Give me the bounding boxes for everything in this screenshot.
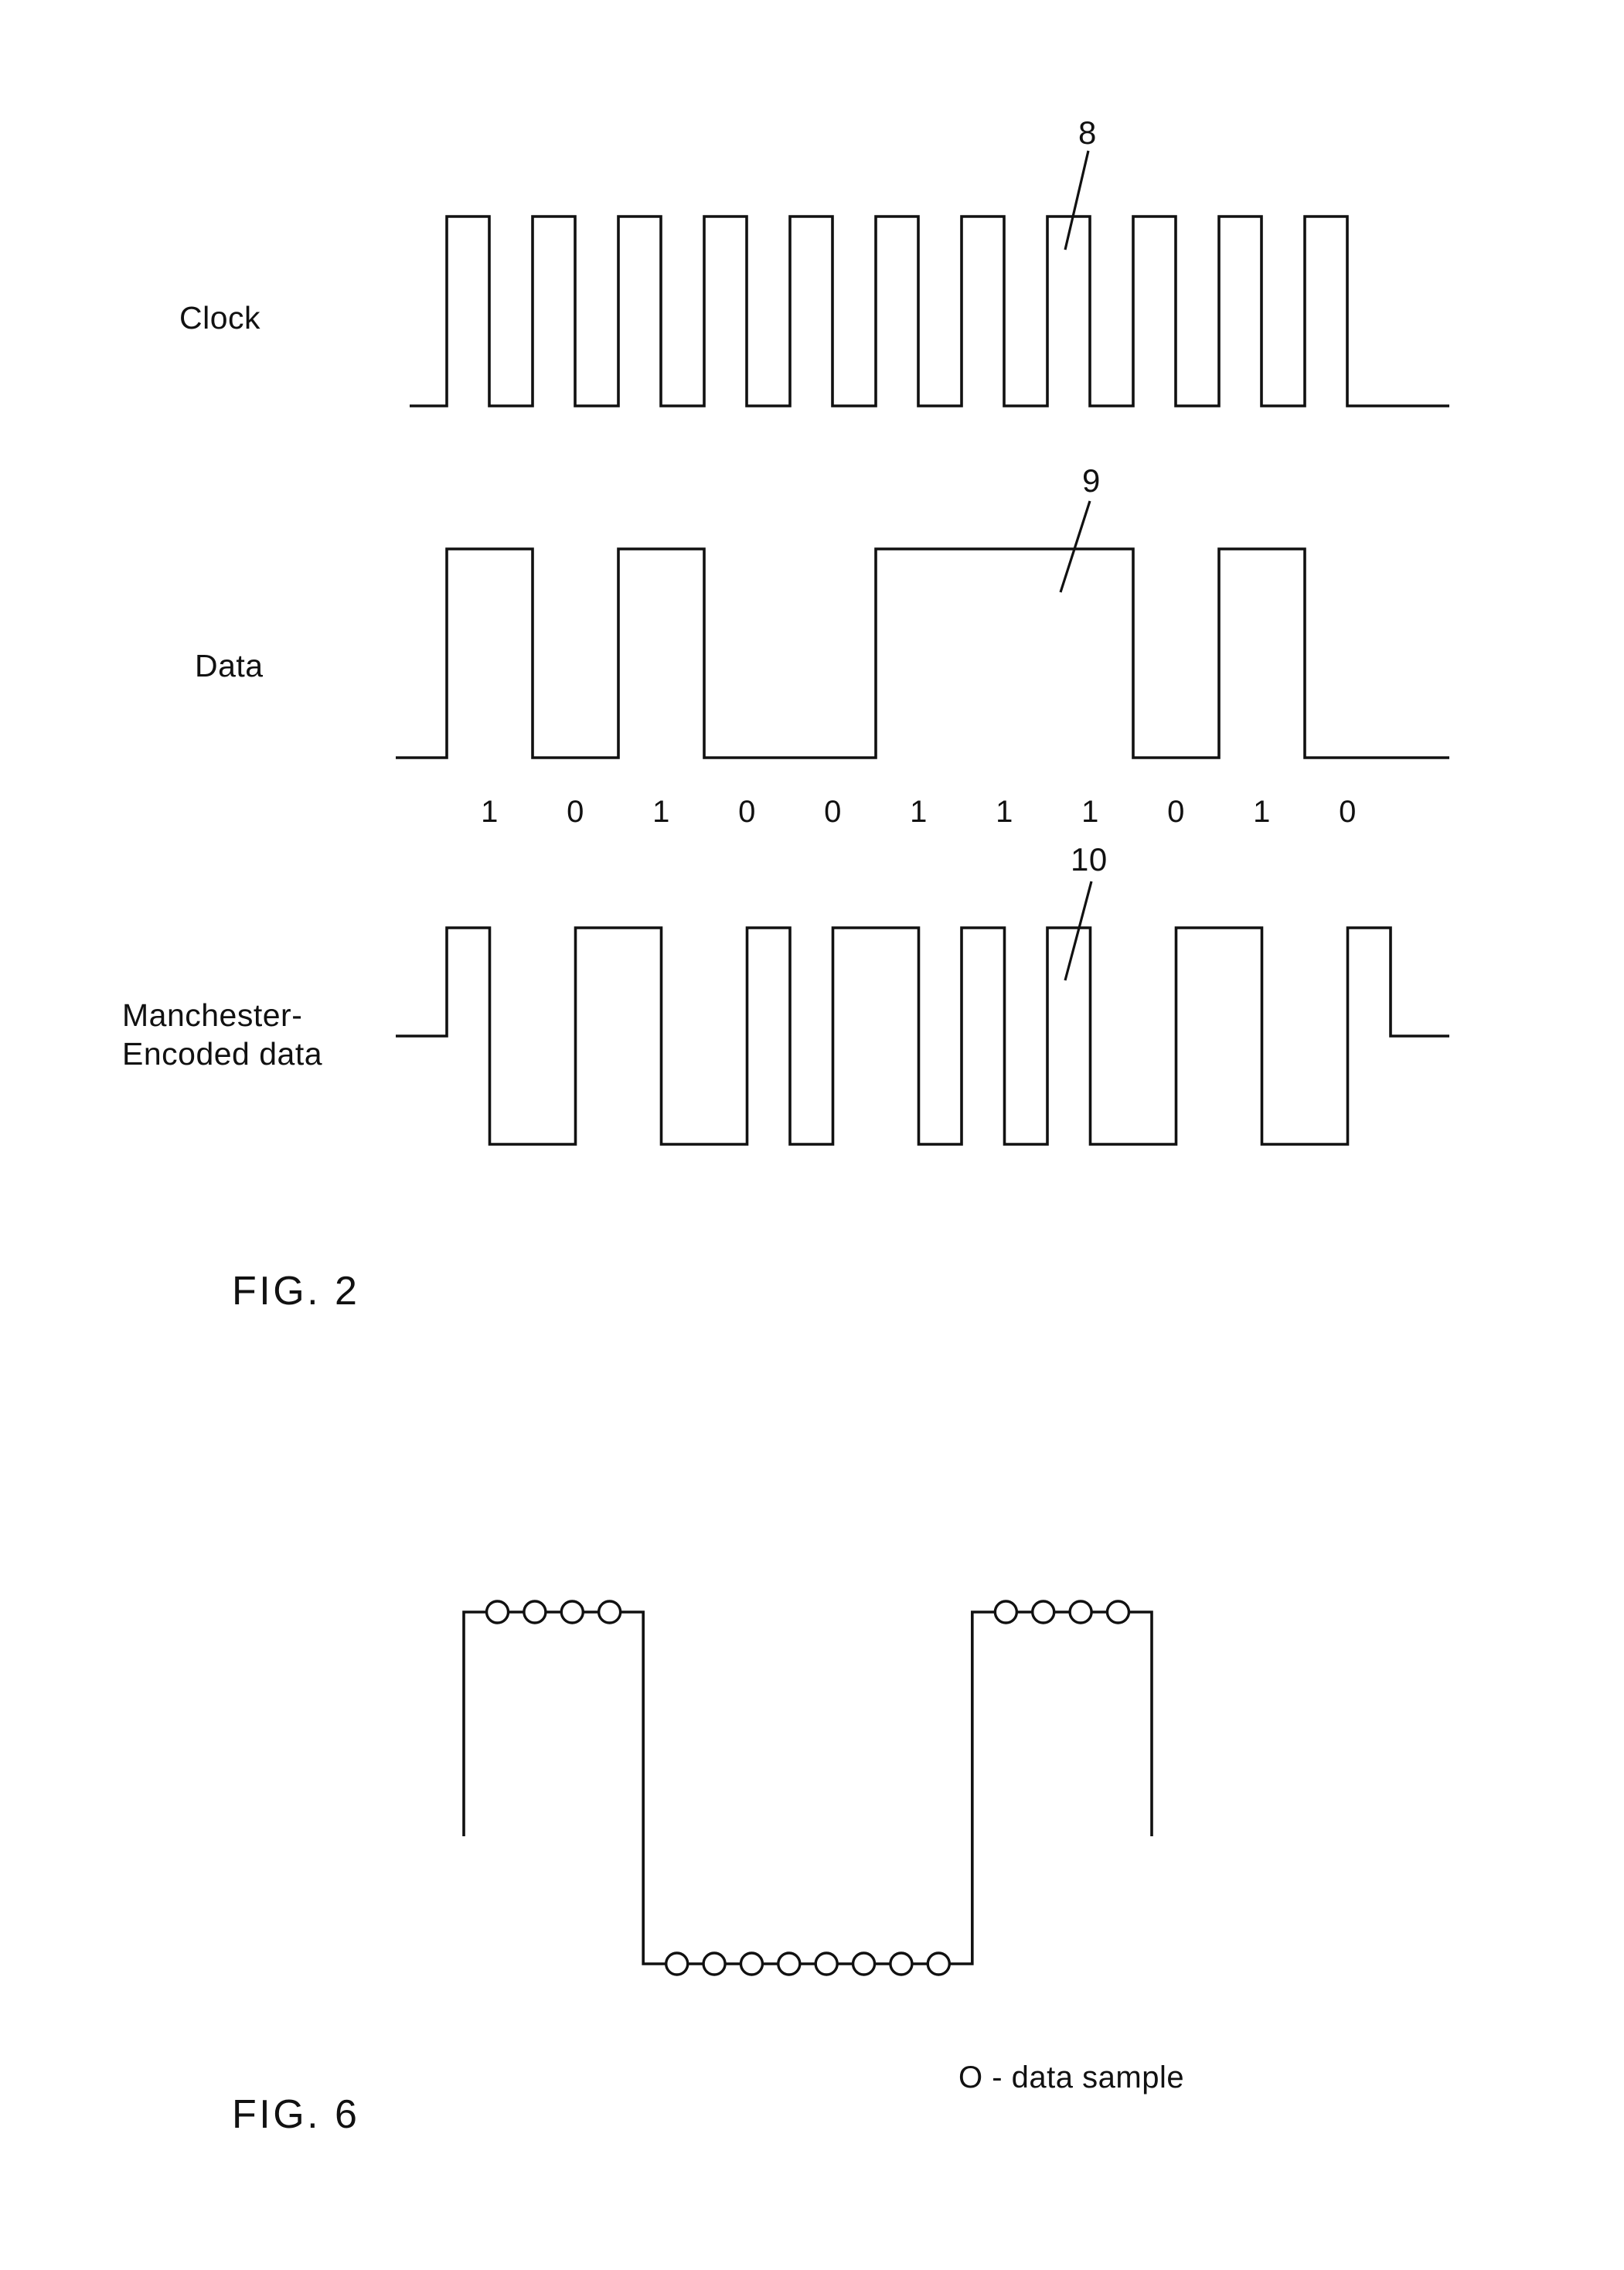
data-sample-circle-icon bbox=[1105, 1600, 1131, 1624]
data-sample-circle-icon bbox=[1031, 1600, 1056, 1624]
manchester-waveform bbox=[0, 912, 1624, 1175]
data-bit-label: 1 bbox=[1081, 795, 1099, 829]
data-sample-circle-icon bbox=[739, 1951, 764, 1976]
data-sample-circle-icon bbox=[777, 1951, 802, 1976]
data-waveform bbox=[0, 533, 1624, 789]
leader-line-10 bbox=[1064, 881, 1093, 981]
data-sample-circle-icon bbox=[702, 1951, 727, 1976]
data-sample-circle-icon bbox=[889, 1951, 914, 1976]
data-sample-circle-icon bbox=[1068, 1600, 1093, 1624]
data-sample-circle-icon bbox=[851, 1951, 877, 1976]
data-sample-circle-icon bbox=[926, 1951, 951, 1976]
reference-numeral-8: 8 bbox=[1078, 114, 1097, 151]
data-sample-markers bbox=[485, 1600, 1131, 1976]
data-bit-label: 0 bbox=[567, 795, 584, 829]
data-sample-circle-icon bbox=[597, 1600, 622, 1624]
leader-line-8 bbox=[1064, 150, 1090, 251]
reference-numeral-9: 9 bbox=[1082, 462, 1101, 499]
fig6-sampled-waveform bbox=[402, 1600, 1214, 1976]
data-sample-circle-icon bbox=[665, 1951, 689, 1976]
data-sample-circle-icon bbox=[814, 1951, 839, 1976]
data-sample-circle-icon bbox=[485, 1600, 510, 1624]
clock-waveform bbox=[0, 201, 1624, 433]
data-sample-legend: O - data sample bbox=[958, 2060, 1185, 2094]
data-sample-circle-icon bbox=[560, 1600, 584, 1624]
figure-6: FIG. 6 bbox=[0, 1392, 1624, 2270]
data-bit-label: 0 bbox=[824, 795, 842, 829]
data-bit-label: 1 bbox=[1253, 795, 1271, 829]
figure-2: Clock Data Manchester- Encoded data 8 9 … bbox=[0, 0, 1624, 1392]
reference-numeral-10: 10 bbox=[1071, 841, 1108, 878]
data-sample-circle-icon bbox=[993, 1600, 1019, 1624]
figure-6-caption: FIG. 6 bbox=[232, 2092, 360, 2137]
data-bit-label: 1 bbox=[910, 795, 928, 829]
data-bit-label: 0 bbox=[1339, 795, 1357, 829]
leader-line-9 bbox=[1059, 500, 1091, 593]
data-bit-label-row: 1 0 1 0 0 1 1 1 0 1 0 bbox=[0, 795, 1624, 841]
data-sample-circle-icon bbox=[523, 1600, 547, 1624]
patent-figure-sheet: Clock Data Manchester- Encoded data 8 9 … bbox=[0, 0, 1624, 2270]
data-bit-label: 1 bbox=[652, 795, 670, 829]
data-bit-label: 1 bbox=[996, 795, 1013, 829]
data-bit-label: 0 bbox=[1167, 795, 1185, 829]
data-bit-label: 1 bbox=[481, 795, 499, 829]
data-bit-label: 0 bbox=[738, 795, 756, 829]
figure-2-caption: FIG. 2 bbox=[232, 1269, 360, 1314]
